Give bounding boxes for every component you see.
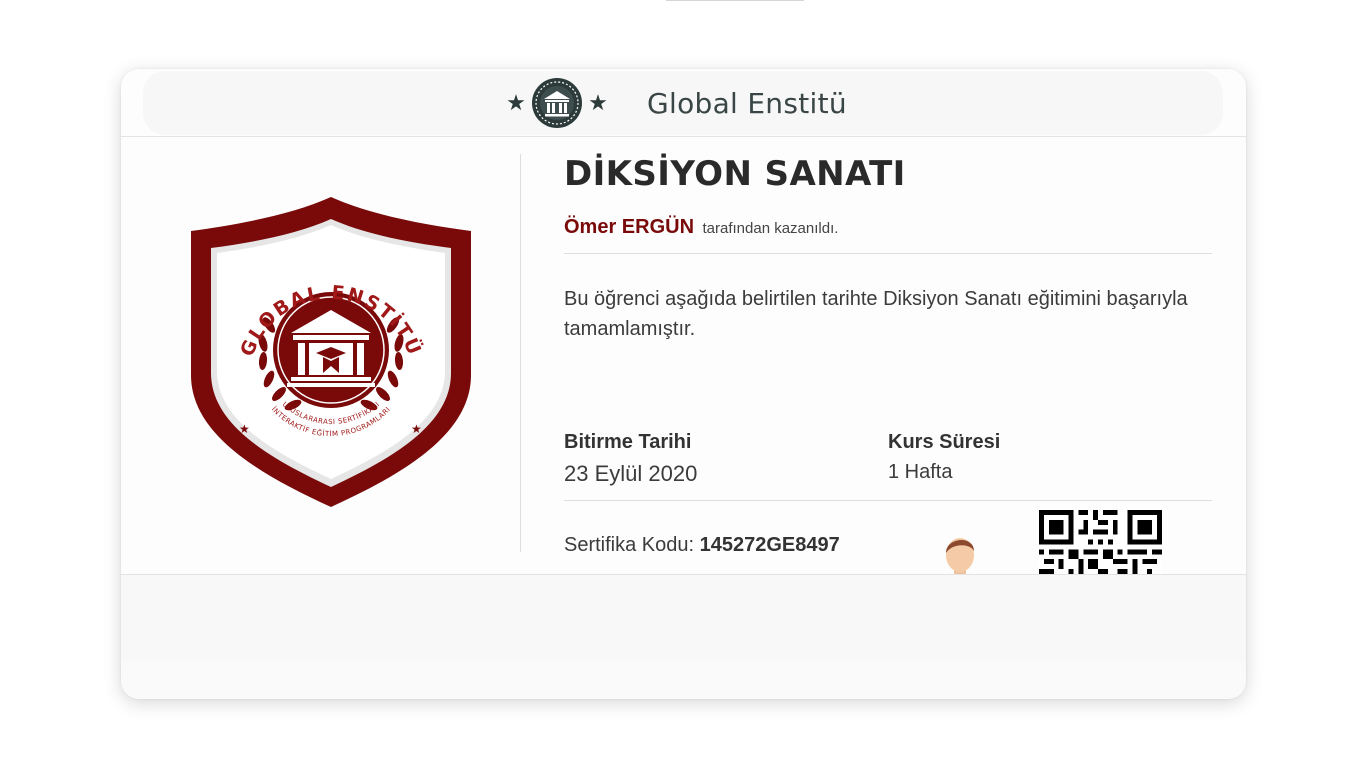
course-title: DİKSİYON SANATI xyxy=(564,154,906,194)
divider-line xyxy=(564,253,1212,254)
completion-date-label: Bitirme Tarihi xyxy=(564,431,692,453)
duration-value: 1 Hafta xyxy=(888,461,953,483)
card-footer-bottom xyxy=(121,661,1246,699)
completion-date-value: 23 Eylül 2020 xyxy=(564,461,698,486)
brand-logo[interactable]: ★ ★ Global Enstitü xyxy=(505,75,847,131)
earned-by-line: Ömer ERGÜN tarafından kazanıldı. xyxy=(564,216,838,239)
certificate-code-value[interactable]: 145272GE8497 xyxy=(700,534,840,556)
card-header: ★ ★ Global Enstitü xyxy=(121,69,1246,137)
certificate-card: ★ ★ Global Enstitü GLOBAL ENSTİTÜ ULUSLA… xyxy=(121,69,1246,699)
institute-emblem-icon xyxy=(532,78,582,128)
divider-line xyxy=(564,500,1212,501)
student-name[interactable]: Ömer ERGÜN xyxy=(564,216,694,238)
certificate-code-line: Sertifika Kodu: 145272GE8497 xyxy=(564,534,840,557)
earned-by-text: tarafından kazanıldı. xyxy=(702,220,839,237)
brand-name: Global Enstitü xyxy=(647,86,847,120)
global-enstitu-shield-badge: GLOBAL ENSTİTÜ ULUSLARARASI SERTİFİKALI … xyxy=(191,197,471,507)
card-footer-section xyxy=(121,574,1246,662)
badge-star-left-icon: ★ xyxy=(239,422,250,436)
certificate-description: Bu öğrenci aşağıda belirtilen tarihte Di… xyxy=(564,288,1188,340)
duration-label: Kurs Süresi xyxy=(888,431,1001,453)
top-tab-indicator xyxy=(666,0,804,1)
vertical-divider xyxy=(520,154,521,552)
star-icon: ★ xyxy=(506,90,526,115)
badge-star-right-icon: ★ xyxy=(411,422,422,436)
certificate-code-label: Sertifika Kodu: xyxy=(564,534,695,556)
star-icon: ★ xyxy=(588,90,608,115)
